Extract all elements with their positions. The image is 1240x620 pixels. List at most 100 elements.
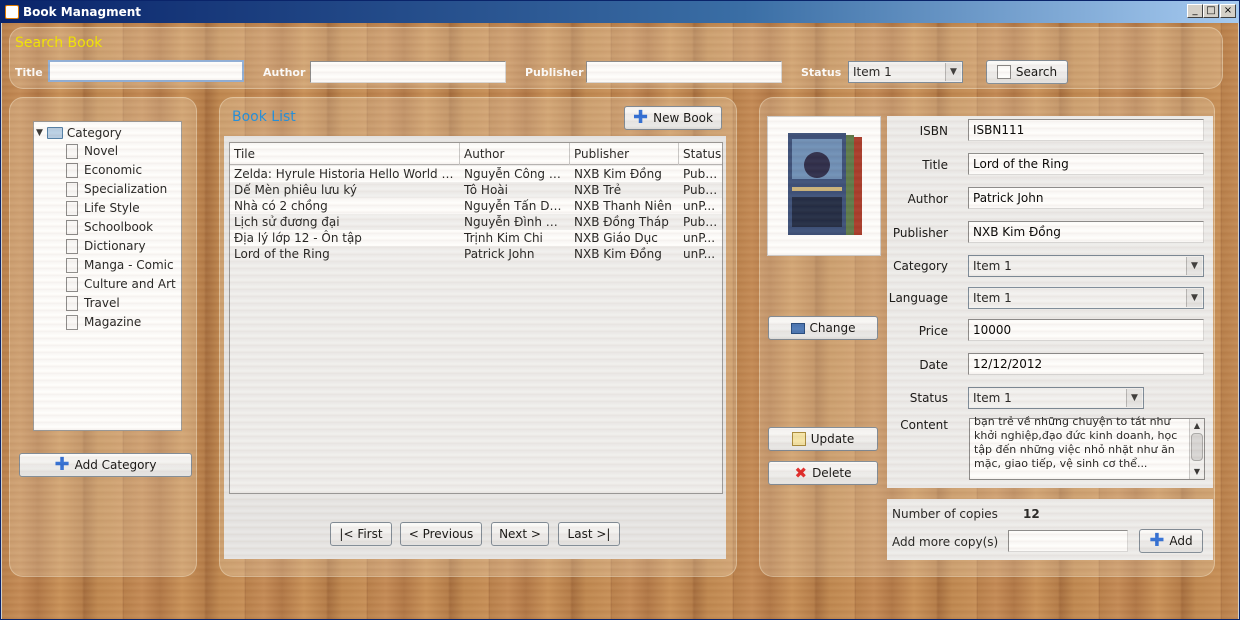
cell-author: Nguyễn Công H...	[464, 167, 570, 181]
search-status-select[interactable]: Item 1 ▼	[848, 61, 963, 83]
plus-icon: ✚	[54, 454, 70, 475]
isbn-field[interactable]	[968, 119, 1204, 141]
add-copies-field[interactable]	[1008, 530, 1128, 552]
table-row[interactable]: Địa lý lớp 12 - Ôn tập Trịnh Kim Chi NXB…	[230, 230, 722, 246]
tree-item-culture-and-art[interactable]: Culture and Art	[66, 275, 176, 293]
tree-item-schoolbook[interactable]: Schoolbook	[66, 218, 153, 236]
content-text: bạn trẻ về những chuyện to tát như khởi …	[974, 415, 1178, 470]
category-select[interactable]: Item 1 ▼	[968, 255, 1204, 277]
scroll-thumb[interactable]	[1191, 433, 1203, 461]
main-content: Search Book Title Author Publisher Statu…	[2, 23, 1238, 619]
cell-title: Địa lý lớp 12 - Ôn tập	[234, 231, 362, 245]
date-field[interactable]	[968, 353, 1204, 375]
column-header-publisher[interactable]: Publisher	[570, 143, 679, 165]
change-image-button[interactable]: Change	[768, 316, 878, 340]
image-icon	[790, 322, 805, 334]
column-header-author[interactable]: Author	[460, 143, 570, 165]
tree-item-specialization[interactable]: Specialization	[66, 180, 167, 198]
table-row[interactable]: Dế Mèn phiêu lưu ký Tô Hoài NXB Trẻ Publ…	[230, 182, 722, 198]
previous-page-button[interactable]: < Previous	[400, 522, 482, 546]
tree-item-label: Culture and Art	[84, 277, 176, 291]
cell-author: Nguyễn Tấn Dũng	[464, 199, 570, 213]
scroll-up-icon[interactable]: ▲	[1191, 420, 1203, 432]
price-field[interactable]	[968, 319, 1204, 341]
status-select[interactable]: Item 1 ▼	[968, 387, 1144, 409]
content-label: Content	[900, 418, 948, 432]
tree-item-dictionary[interactable]: Dictionary	[66, 237, 146, 255]
document-icon	[66, 295, 78, 311]
plus-icon: ✚	[633, 107, 649, 128]
document-icon	[66, 314, 78, 330]
title-field[interactable]	[968, 153, 1204, 175]
content-scrollbar[interactable]: ▲ ▼	[1189, 419, 1204, 479]
tree-item-label: Specialization	[84, 182, 168, 196]
cell-status: unP...	[683, 199, 716, 213]
tree-item-label: Manga - Comic	[84, 258, 174, 272]
last-page-button[interactable]: Last >|	[558, 522, 620, 546]
next-page-button[interactable]: Next >	[491, 522, 549, 546]
publisher-field[interactable]	[968, 221, 1204, 243]
minimize-button[interactable]: _	[1187, 4, 1203, 18]
cell-publisher: NXB Kim Đồng	[574, 247, 662, 261]
document-icon	[66, 162, 78, 178]
first-page-button[interactable]: |< First	[330, 522, 392, 546]
maximize-button[interactable]: □	[1203, 4, 1219, 18]
category-tree[interactable]: ▼ Category Novel Economic Specialization…	[33, 121, 182, 431]
delete-icon: ✖	[794, 464, 808, 482]
search-status-label: Status	[801, 66, 842, 79]
tree-item-manga-comic[interactable]: Manga - Comic	[66, 256, 174, 274]
cell-publisher: NXB Đồng Tháp	[574, 215, 669, 229]
cell-status: Public	[683, 167, 719, 181]
search-icon	[996, 65, 1011, 79]
new-book-label: New Book	[653, 111, 713, 125]
column-header-status[interactable]: Status	[679, 143, 722, 165]
tree-item-magazine[interactable]: Magazine	[66, 313, 141, 331]
delete-button[interactable]: ✖ Delete	[768, 461, 878, 485]
app-window: Book Managment _ □ × Search Book Title A…	[0, 0, 1240, 620]
language-value: Item 1	[973, 291, 1012, 305]
tree-item-economic[interactable]: Economic	[66, 161, 142, 179]
chevron-down-icon: ▼	[1126, 389, 1142, 407]
search-author-label: Author	[263, 66, 306, 79]
column-header-title[interactable]: Tile	[230, 143, 460, 165]
content-textarea[interactable]: bạn trẻ về những chuyện to tát như khởi …	[969, 415, 1205, 480]
cell-author: Tô Hoài	[464, 183, 508, 197]
cell-publisher: NXB Kim Đồng	[574, 167, 662, 181]
close-button[interactable]: ×	[1220, 4, 1236, 18]
table-row[interactable]: Lịch sử đương đại Nguyễn Đình Ch... NXB …	[230, 214, 722, 230]
new-book-button[interactable]: ✚ New Book	[624, 106, 722, 130]
search-button-label: Search	[1015, 65, 1058, 79]
table-row[interactable]: Lord of the Ring Patrick John NXB Kim Đồ…	[230, 246, 722, 262]
tree-item-travel[interactable]: Travel	[66, 294, 120, 312]
title-label: Title	[922, 158, 948, 172]
scroll-down-icon[interactable]: ▼	[1191, 466, 1203, 478]
tree-root[interactable]: ▼ Category	[36, 124, 122, 142]
cell-publisher: NXB Thanh Niên	[574, 199, 672, 213]
search-publisher-input[interactable]	[586, 61, 782, 83]
category-label: Category	[893, 259, 948, 273]
publisher-label: Publisher	[892, 226, 948, 240]
table-row[interactable]: Zelda: Hyrule Historia Hello World RD...…	[230, 166, 722, 182]
table-row[interactable]: Nhà có 2 chồng Nguyễn Tấn Dũng NXB Thanh…	[230, 198, 722, 214]
book-table[interactable]: Tile Author Publisher Status Zelda: Hyru…	[229, 142, 723, 494]
tree-item-label: Dictionary	[84, 239, 146, 253]
update-button[interactable]: Update	[768, 427, 878, 451]
edit-icon	[791, 432, 806, 446]
search-title-input[interactable]	[48, 60, 244, 82]
tree-item-life-style[interactable]: Life Style	[66, 199, 140, 217]
isbn-label: ISBN	[919, 124, 948, 138]
search-button[interactable]: Search	[986, 60, 1068, 84]
expand-icon[interactable]: ▼	[36, 128, 43, 138]
chevron-down-icon: ▼	[945, 63, 961, 81]
status-value: Item 1	[973, 391, 1012, 405]
add-category-button[interactable]: ✚ Add Category	[19, 453, 192, 477]
book-cover-image	[767, 116, 881, 256]
tree-item-label: Schoolbook	[84, 220, 154, 234]
cell-author: Nguyễn Đình Ch...	[464, 215, 570, 229]
tree-item-novel[interactable]: Novel	[66, 142, 118, 160]
language-select[interactable]: Item 1 ▼	[968, 287, 1204, 309]
cell-status: Public	[683, 215, 719, 229]
author-field[interactable]	[968, 187, 1204, 209]
search-author-input[interactable]	[310, 61, 506, 83]
add-copies-button[interactable]: ✚ Add	[1139, 529, 1203, 553]
